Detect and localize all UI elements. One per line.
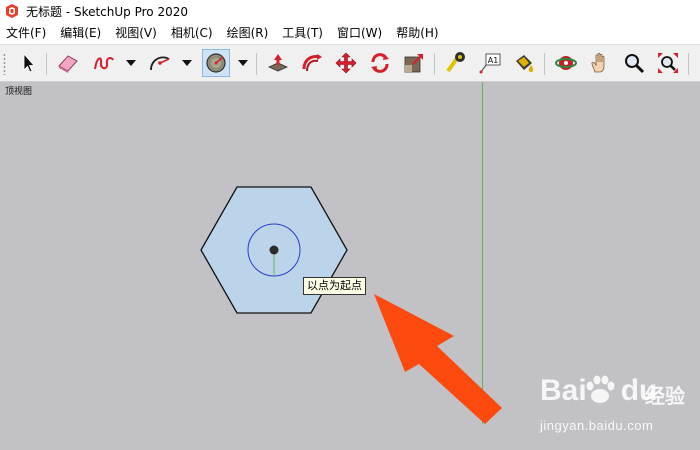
move-arrows-icon	[335, 52, 357, 74]
scale-tool-button[interactable]	[400, 49, 428, 77]
paint-bucket-icon	[516, 55, 534, 72]
chevron-down-icon	[238, 60, 248, 66]
inference-tooltip: 以点为起点	[303, 277, 366, 295]
tape-measure-tool-button[interactable]	[442, 49, 470, 77]
menu-help[interactable]: 帮助(H)	[390, 24, 444, 41]
toolbar-separator	[46, 53, 47, 75]
move-tool-button[interactable]	[332, 49, 360, 77]
rotate-icon	[371, 53, 389, 73]
orbit-tool-button[interactable]	[552, 49, 580, 77]
menu-edit[interactable]: 编辑(E)	[54, 24, 107, 41]
chevron-down-icon	[182, 60, 192, 66]
arrow-cursor-icon	[23, 52, 35, 73]
follow-me-tool-button[interactable]	[298, 49, 326, 77]
polygon-tool-button[interactable]	[202, 49, 230, 77]
menu-tools[interactable]: 工具(T)	[276, 24, 329, 41]
freehand-dropdown[interactable]	[124, 49, 138, 77]
watermark-cn: 经验	[645, 384, 685, 408]
polygon-icon	[206, 53, 226, 73]
sketchup-logo-icon	[6, 4, 18, 18]
arc-dropdown[interactable]	[180, 49, 194, 77]
freehand-curve-icon	[94, 57, 114, 70]
baidu-paw-icon	[586, 375, 615, 403]
eraser-icon	[58, 55, 78, 73]
rotate-tool-button[interactable]	[366, 49, 394, 77]
zoom-extents-tool-button[interactable]	[654, 49, 682, 77]
menu-file[interactable]: 文件(F)	[0, 24, 52, 41]
eraser-tool-button[interactable]	[54, 49, 82, 77]
toolbar-separator	[544, 53, 545, 75]
toolbar-separator	[434, 53, 435, 75]
toolbar-separator	[688, 53, 689, 75]
toolbar-grip-icon[interactable]	[3, 53, 6, 75]
menu-draw[interactable]: 绘图(R)	[221, 24, 275, 41]
scale-icon	[404, 54, 423, 73]
menu-window[interactable]: 窗口(W)	[331, 24, 388, 41]
menu-camera[interactable]: 相机(C)	[165, 24, 219, 41]
drawing-viewport[interactable]: 顶视图 以点为起点 Bai du 经验 jingyan.baidu.com	[0, 82, 700, 450]
arc-icon	[150, 56, 170, 71]
magnifier-icon	[625, 54, 645, 74]
center-point	[269, 245, 279, 255]
tape-measure-icon	[446, 52, 465, 73]
orbit-icon	[555, 56, 577, 70]
annotation-arrow	[374, 294, 502, 424]
main-toolbar: A1	[0, 44, 700, 82]
push-pull-tool-button[interactable]	[264, 49, 292, 77]
arc-tool-button[interactable]	[146, 49, 174, 77]
chevron-down-icon	[126, 60, 136, 66]
window-title: 无标题 - SketchUp Pro 2020	[26, 4, 188, 19]
select-tool-button[interactable]	[14, 49, 42, 77]
paint-bucket-tool-button[interactable]	[510, 49, 538, 77]
pan-tool-button[interactable]	[586, 49, 614, 77]
menu-bar: 文件(F) 编辑(E) 视图(V) 相机(C) 绘图(R) 工具(T) 窗口(W…	[0, 22, 700, 42]
watermark-url: jingyan.baidu.com	[540, 418, 654, 433]
menu-view[interactable]: 视图(V)	[109, 24, 163, 41]
hand-icon	[591, 52, 605, 73]
toolbar-separator	[256, 53, 257, 75]
zoom-extents-icon	[658, 53, 678, 73]
follow-me-icon	[302, 54, 322, 72]
baidu-watermark: Bai du 经验 jingyan.baidu.com	[540, 372, 700, 442]
text-tool-button[interactable]: A1	[476, 49, 504, 77]
title-bar: 无标题 - SketchUp Pro 2020	[0, 0, 700, 22]
polygon-dropdown[interactable]	[236, 49, 250, 77]
push-pull-icon	[268, 54, 288, 72]
zoom-tool-button[interactable]	[620, 49, 648, 77]
svg-text:A1: A1	[488, 56, 499, 65]
freehand-tool-button[interactable]	[90, 49, 118, 77]
text-label-icon: A1	[479, 53, 501, 74]
